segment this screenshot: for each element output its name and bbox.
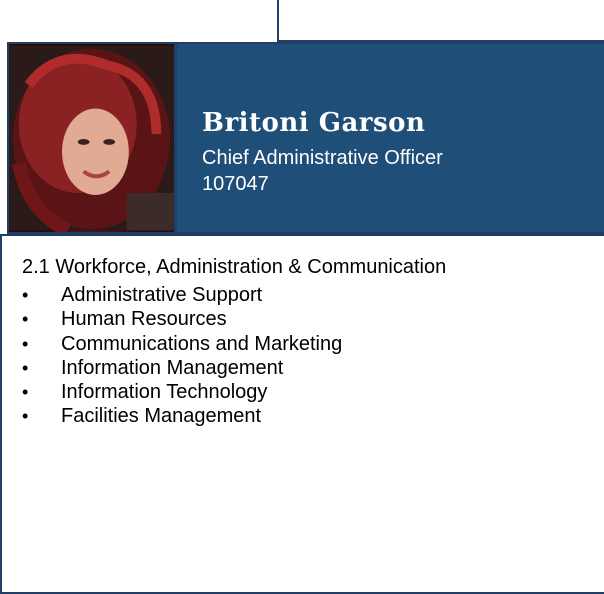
list-item-label: Information Technology xyxy=(61,381,268,404)
list-item-label: Human Resources xyxy=(61,308,227,331)
employee-id: 107047 xyxy=(202,173,269,195)
list-item: • Information Technology xyxy=(22,380,342,404)
list-item-label: Facilities Management xyxy=(61,405,262,428)
list-item: • Facilities Management xyxy=(22,404,342,428)
responsibilities-card: 2.1 Workforce, Administration & Communic… xyxy=(0,234,604,594)
profile-header: Britoni Garson Chief Administrative Offi… xyxy=(7,42,604,234)
list-item-label: Administrative Support xyxy=(61,284,263,306)
bullet-icon: • xyxy=(22,333,29,354)
list-item: • Communications and Marketing xyxy=(22,332,342,356)
person-name: Britoni Garson xyxy=(202,108,426,138)
job-title: Chief Administrative Officer xyxy=(202,147,443,169)
portrait-photo-icon xyxy=(9,45,174,232)
list-item-label: Communications and Marketing xyxy=(61,332,343,355)
bullet-icon: • xyxy=(22,382,29,403)
list-item: • Administrative Support xyxy=(22,283,342,307)
section-heading: 2.1 Workforce, Administration & Communic… xyxy=(22,256,447,278)
bullet-icon: • xyxy=(22,406,29,427)
bullet-icon: • xyxy=(22,285,29,305)
profile-photo xyxy=(9,44,177,232)
list-item-label: Information Management xyxy=(61,356,284,379)
list-item: • Information Management xyxy=(22,356,342,380)
bullet-icon: • xyxy=(22,309,29,330)
bullet-icon: • xyxy=(22,357,29,378)
function-list: • Administrative Support • Human Resources… xyxy=(22,283,342,429)
list-item: • Human Resources xyxy=(22,307,342,331)
org-connector-box xyxy=(277,0,604,42)
